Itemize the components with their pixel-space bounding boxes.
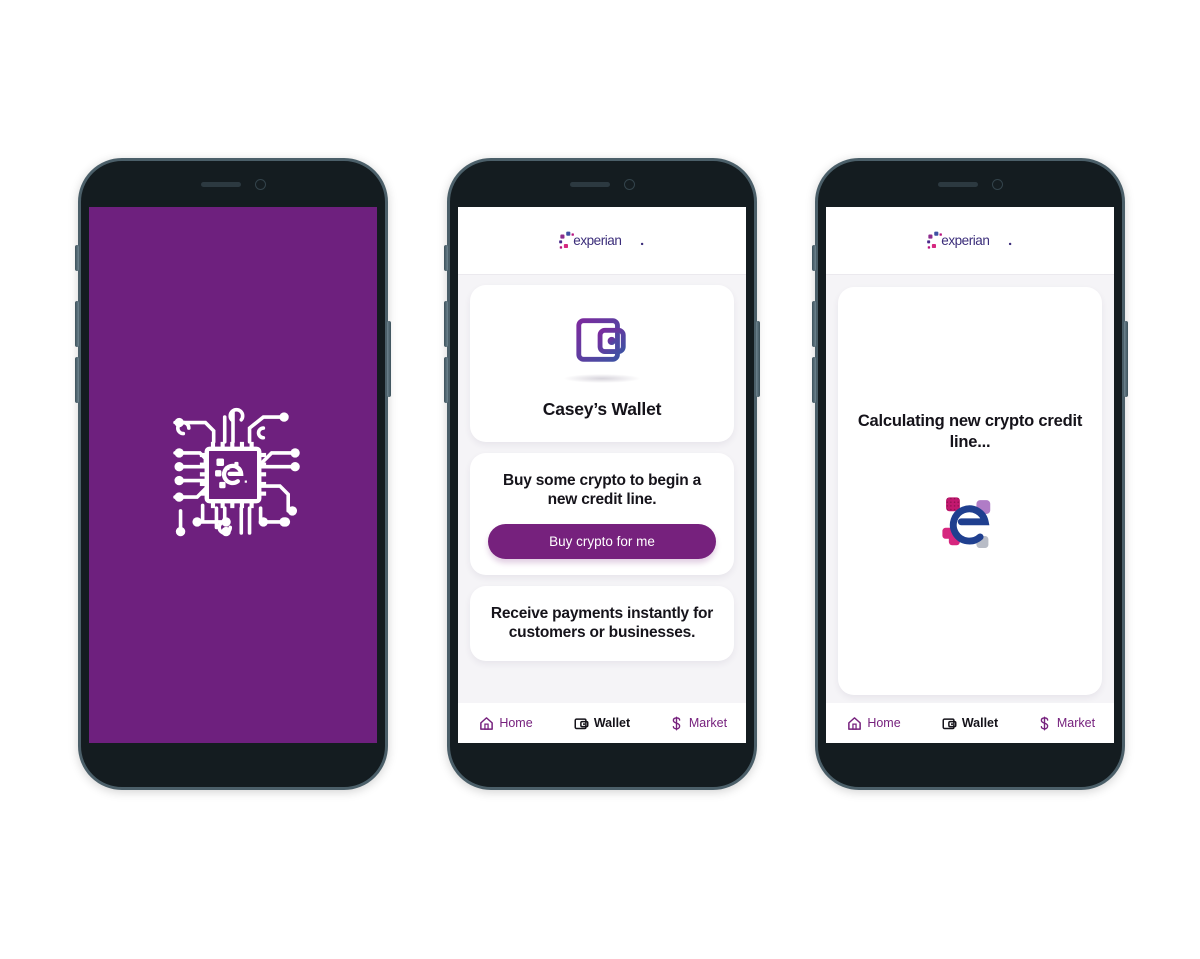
earpiece-speaker bbox=[569, 181, 610, 187]
app-header: experian bbox=[458, 207, 746, 275]
tab-home[interactable]: Home bbox=[458, 716, 554, 731]
tab-home-label: Home bbox=[499, 716, 533, 730]
wallet-title: Casey’s Wallet bbox=[542, 399, 662, 419]
phone-top-bezel bbox=[818, 161, 1122, 207]
phone-calculating: experian Calculating new crypto credit l… bbox=[812, 158, 1128, 790]
calculating-title: Calculating new crypto credit line... bbox=[857, 411, 1083, 451]
dollar-icon bbox=[1040, 716, 1049, 730]
phone-volume-up-button[interactable] bbox=[75, 301, 79, 347]
wallet-summary-card[interactable]: Casey’s Wallet bbox=[470, 285, 734, 442]
wallet-icon bbox=[574, 717, 589, 729]
experian-logo: experian bbox=[927, 231, 1012, 249]
svg-text:experian: experian bbox=[573, 233, 621, 248]
tab-market-label: Market bbox=[1056, 716, 1096, 730]
tab-wallet[interactable]: Wallet bbox=[554, 716, 650, 731]
phone-wallet: experian Casey’s Wallet Buy some crypto … bbox=[444, 158, 760, 790]
phone-top-bezel bbox=[81, 161, 385, 207]
earpiece-speaker bbox=[200, 181, 241, 187]
phone-mute-button[interactable] bbox=[444, 245, 448, 271]
phone-power-button[interactable] bbox=[1124, 321, 1128, 397]
front-camera bbox=[991, 178, 1003, 190]
splash-background bbox=[89, 207, 377, 743]
tab-market[interactable]: Market bbox=[1018, 716, 1114, 731]
phone-volume-up-button[interactable] bbox=[812, 301, 816, 347]
phone-power-button[interactable] bbox=[756, 321, 760, 397]
wallet-icon bbox=[942, 717, 957, 729]
wallet-icon-shadow bbox=[564, 374, 640, 383]
svg-text:experian: experian bbox=[941, 233, 989, 248]
bottom-tab-bar: Home Wallet Market bbox=[458, 703, 746, 743]
tab-market[interactable]: Market bbox=[650, 716, 746, 731]
wallet-icon bbox=[576, 318, 626, 362]
tab-wallet[interactable]: Wallet bbox=[922, 716, 1018, 731]
phone-mute-button[interactable] bbox=[75, 245, 79, 271]
tab-home-label: Home bbox=[867, 716, 901, 730]
home-icon bbox=[848, 716, 862, 730]
calculating-area: Calculating new crypto credit line... bbox=[826, 275, 1114, 703]
phone-top-bezel bbox=[450, 161, 754, 207]
phone-mute-button[interactable] bbox=[812, 245, 816, 271]
receive-payments-card: Receive payments instantly for customers… bbox=[470, 585, 734, 661]
app-header: experian bbox=[826, 207, 1114, 275]
phone-volume-down-button[interactable] bbox=[812, 357, 816, 403]
calculating-card: Calculating new crypto credit line... bbox=[838, 287, 1102, 695]
home-icon bbox=[480, 716, 494, 730]
front-camera bbox=[623, 178, 635, 190]
tab-wallet-label: Wallet bbox=[593, 716, 631, 730]
phone-volume-up-button[interactable] bbox=[444, 301, 448, 347]
phone-power-button[interactable] bbox=[387, 321, 391, 397]
tab-market-label: Market bbox=[688, 716, 728, 730]
screenshot-canvas: experian Casey’s Wallet Buy some crypto … bbox=[0, 0, 1200, 959]
phone-screen-calculating: experian Calculating new crypto credit l… bbox=[826, 207, 1114, 743]
experian-chip-circuit-logo bbox=[173, 407, 300, 537]
front-camera bbox=[254, 178, 266, 190]
tab-wallet-label: Wallet bbox=[961, 716, 999, 730]
earpiece-speaker bbox=[937, 181, 978, 187]
wallet-app: experian Casey’s Wallet Buy some crypto … bbox=[458, 207, 746, 743]
bottom-tab-bar: Home Wallet Market bbox=[826, 703, 1114, 743]
receive-payments-text: Receive payments instantly for customers… bbox=[490, 604, 714, 642]
phone-volume-down-button[interactable] bbox=[444, 357, 448, 403]
experian-loading-spinner bbox=[942, 497, 991, 549]
calculating-app: experian Calculating new crypto credit l… bbox=[826, 207, 1114, 743]
phone-screen-splash bbox=[89, 207, 377, 743]
phone-splash bbox=[75, 158, 391, 790]
phone-screen-wallet: experian Casey’s Wallet Buy some crypto … bbox=[458, 207, 746, 743]
buy-crypto-card: Buy some crypto to begin a new credit li… bbox=[470, 453, 734, 575]
dollar-icon bbox=[672, 716, 681, 730]
experian-logo: experian bbox=[559, 231, 644, 249]
buy-crypto-text: Buy some crypto to begin a new credit li… bbox=[502, 472, 702, 509]
wallet-scroll-area[interactable]: Casey’s Wallet Buy some crypto to begin … bbox=[458, 275, 746, 703]
tab-home[interactable]: Home bbox=[826, 716, 922, 731]
phone-volume-down-button[interactable] bbox=[75, 357, 79, 403]
buy-crypto-for-me-button[interactable]: Buy crypto for me bbox=[488, 523, 716, 559]
